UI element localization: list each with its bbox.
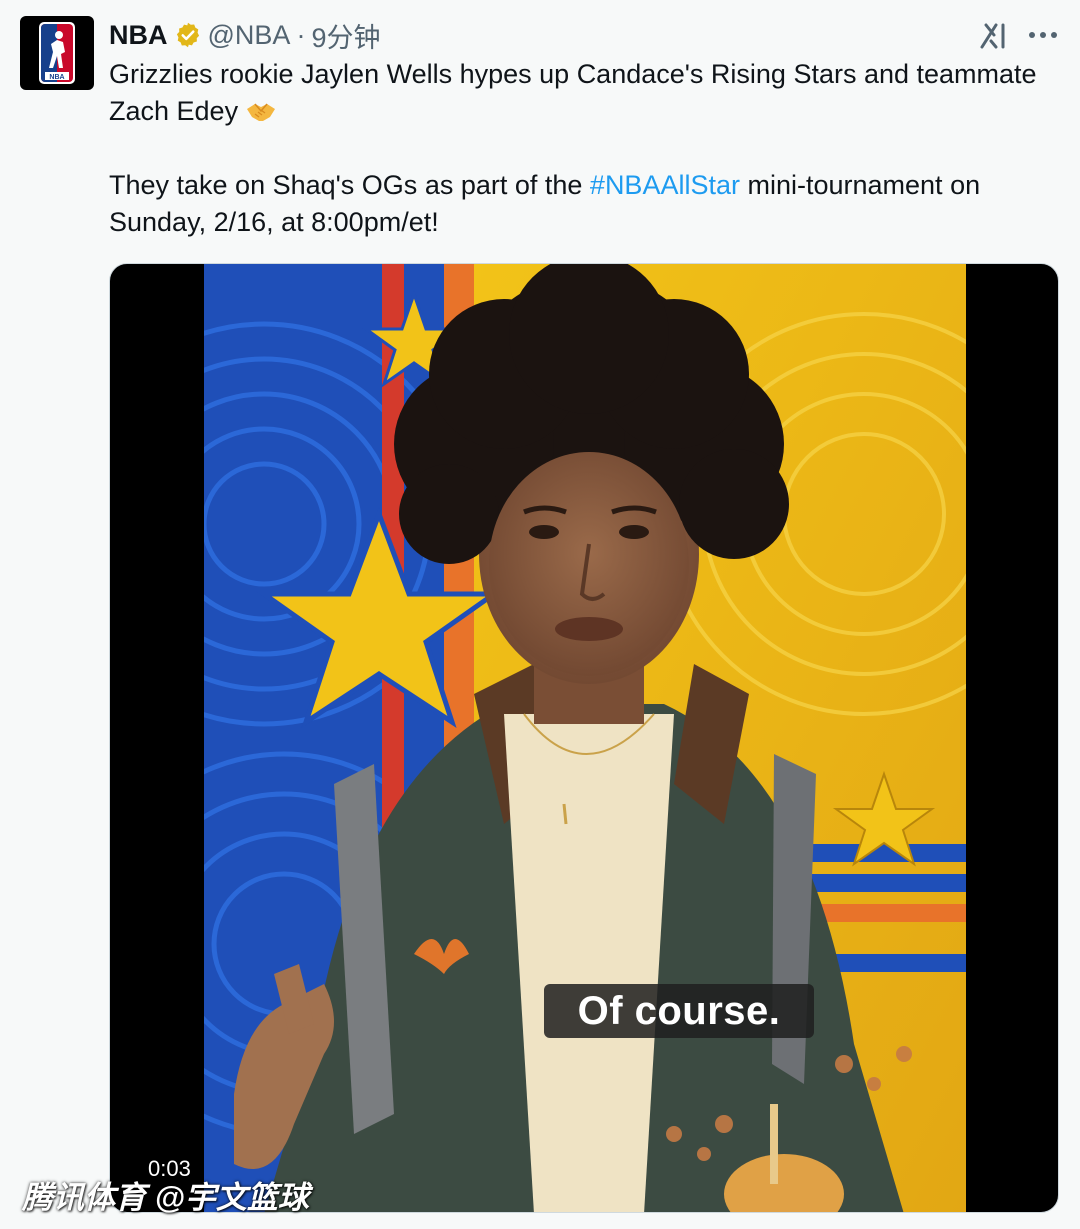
tweet-paragraph-1: Grizzlies rookie Jaylen Wells hypes up C… <box>109 56 1049 130</box>
tweet-paragraph-2: They take on Shaq's OGs as part of the #… <box>109 167 1049 241</box>
grok-icon[interactable] <box>975 16 1013 54</box>
account-name[interactable]: NBA <box>109 20 168 51</box>
tweet-text: Grizzlies rookie Jaylen Wells hypes up C… <box>109 56 1049 241</box>
post-time[interactable]: 9分钟 <box>311 16 380 55</box>
tweet-header: NBA @NBA · 9分钟 <box>109 16 380 55</box>
tweet-line-2-start: They take on Shaq's OGs as part of the <box>109 170 590 200</box>
verified-badge-icon <box>174 21 202 49</box>
more-options-icon[interactable] <box>1022 16 1064 54</box>
hashtag-link[interactable]: #NBAAllStar <box>590 170 740 200</box>
svg-text:NBA: NBA <box>49 74 64 81</box>
account-handle[interactable]: @NBA <box>208 20 291 51</box>
video-frame[interactable]: Of course. <box>204 264 966 1212</box>
separator-dot: · <box>296 19 306 50</box>
nba-avatar[interactable]: NBA <box>20 16 94 90</box>
nba-logo-icon: NBA <box>39 22 75 84</box>
video-still <box>204 264 966 1212</box>
video-player[interactable]: Of course. 0:03 <box>109 263 1059 1213</box>
video-subtitle: Of course. <box>544 984 814 1038</box>
watermark: 腾讯体育 @宇文篮球 <box>22 1180 309 1215</box>
handshake-emoji <box>246 96 276 126</box>
